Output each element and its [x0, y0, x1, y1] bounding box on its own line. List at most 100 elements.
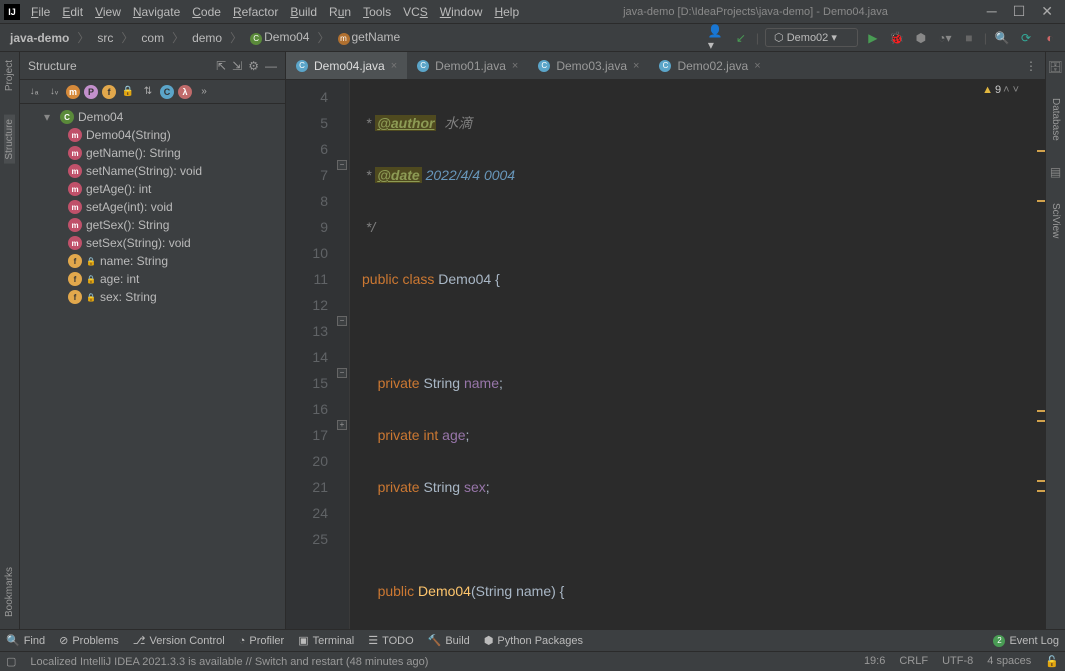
window-title: java-demo [D:\IdeaProjects\java-demo] - … [524, 6, 987, 18]
terminal-tool[interactable]: ▣ Terminal [298, 634, 354, 647]
readonly-icon[interactable]: 🔓 [1045, 655, 1059, 668]
menu-run[interactable]: Run [324, 3, 356, 21]
run-button[interactable]: ▶ [864, 29, 882, 47]
sciview-icon[interactable]: ▤ [1050, 165, 1061, 179]
more-icon[interactable]: » [196, 84, 212, 100]
gear-icon[interactable]: ⚙ [248, 59, 259, 73]
bc-class[interactable]: CDemo04 [246, 29, 313, 46]
minimize-button[interactable]: ─ [987, 3, 997, 20]
structure-member[interactable]: msetAge(int): void [20, 198, 285, 216]
todo-tool[interactable]: ☰ TODO [368, 634, 413, 647]
vcs-tool[interactable]: ⎇ Version Control [133, 634, 225, 647]
bc-src[interactable]: src [93, 30, 117, 46]
status-icon[interactable]: ▢ [6, 655, 16, 668]
show-methods-icon[interactable]: m [66, 85, 80, 99]
debug-button[interactable]: 🐞 [888, 29, 906, 47]
indent-setting[interactable]: 4 spaces [987, 655, 1031, 668]
menu-code[interactable]: Code [187, 3, 226, 21]
python-packages-tool[interactable]: ⬢ Python Packages [484, 634, 583, 647]
show-fields-icon[interactable]: f [102, 85, 116, 99]
fold-marker[interactable]: + [337, 420, 347, 430]
menu-vcs[interactable]: VCS [398, 3, 433, 21]
database-icon[interactable]: 🗄 [1048, 60, 1063, 74]
structure-member[interactable]: mgetAge(): int [20, 180, 285, 198]
run-config-selector[interactable]: ⬡ Demo02 ▾ [765, 28, 858, 47]
menu-edit[interactable]: Edit [57, 3, 88, 21]
bc-demo[interactable]: demo [188, 30, 226, 46]
bc-com[interactable]: com [137, 30, 168, 46]
close-tab-icon[interactable]: × [633, 60, 639, 72]
menu-build[interactable]: Build [285, 3, 322, 21]
menu-tools[interactable]: Tools [358, 3, 396, 21]
profile-button[interactable]: ◔▾ [936, 29, 954, 47]
show-inherited-icon[interactable]: C [160, 85, 174, 99]
menu-refactor[interactable]: Refactor [228, 3, 283, 21]
fold-marker[interactable]: − [337, 316, 347, 326]
coverage-button[interactable]: ⬢ [912, 29, 930, 47]
minimap[interactable] [1035, 80, 1045, 629]
vcs-update-icon[interactable]: ↙ [732, 29, 750, 47]
menu-navigate[interactable]: Navigate [128, 3, 185, 21]
structure-member[interactable]: mgetName(): String [20, 144, 285, 162]
editor-tabs: CDemo04.java×CDemo01.java×CDemo03.java×C… [286, 52, 1045, 80]
caret-position[interactable]: 19:6 [864, 655, 885, 668]
fold-marker[interactable]: − [337, 160, 347, 170]
editor-body[interactable]: 456789101112131415161720212425 − − − + *… [286, 80, 1045, 629]
editor-tab[interactable]: CDemo02.java× [649, 52, 770, 79]
sciview-tool[interactable]: SciView [1050, 199, 1061, 242]
structure-member[interactable]: f🔒age: int [20, 270, 285, 288]
structure-member[interactable]: f🔒name: String [20, 252, 285, 270]
sort-alpha-icon[interactable]: ↓ₐ [26, 84, 42, 100]
bookmarks-tool[interactable]: Bookmarks [4, 563, 15, 621]
line-ending[interactable]: CRLF [899, 655, 928, 668]
menu-window[interactable]: Window [435, 3, 488, 21]
close-tab-icon[interactable]: × [391, 60, 397, 72]
close-tab-icon[interactable]: × [512, 60, 518, 72]
status-message[interactable]: Localized IntelliJ IDEA 2021.3.3 is avai… [30, 656, 428, 668]
menu-file[interactable]: File [26, 3, 55, 21]
build-tool[interactable]: 🔨 Build [428, 634, 470, 647]
structure-member[interactable]: f🔒sex: String [20, 288, 285, 306]
stop-button[interactable]: ■ [960, 29, 978, 47]
database-tool[interactable]: Database [1050, 94, 1061, 145]
find-tool[interactable]: 🔍 Find [6, 634, 45, 647]
structure-tool[interactable]: Structure [4, 115, 15, 164]
editor-tab[interactable]: CDemo01.java× [407, 52, 528, 79]
problems-tool[interactable]: ⊘ Problems [59, 634, 119, 647]
maximize-button[interactable]: ☐ [1013, 3, 1026, 20]
sync-icon[interactable]: ⟳ [1017, 29, 1035, 47]
fold-marker[interactable]: − [337, 368, 347, 378]
encoding[interactable]: UTF-8 [942, 655, 973, 668]
search-icon[interactable]: 🔍 [993, 29, 1011, 47]
collapse-icon[interactable]: ⇲ [232, 59, 242, 73]
structure-member[interactable]: msetSex(String): void [20, 234, 285, 252]
structure-member[interactable]: mgetSex(): String [20, 216, 285, 234]
inspection-indicator[interactable]: ▲9 ˄ ˅ [982, 84, 1019, 96]
sort-visibility-icon[interactable]: ↓ᵥ [46, 84, 62, 100]
menu-view[interactable]: View [90, 3, 126, 21]
bc-method[interactable]: mgetName [334, 29, 405, 46]
structure-member[interactable]: mDemo04(String) [20, 126, 285, 144]
expand-icon[interactable]: ⇱ [216, 59, 226, 73]
autoscroll-icon[interactable]: ⇅ [140, 84, 156, 100]
project-tool[interactable]: Project [4, 56, 15, 95]
ide-icon[interactable]: ◐ [1041, 29, 1059, 47]
hide-icon[interactable]: — [265, 59, 277, 73]
tabs-more-icon[interactable]: ⋮ [1017, 59, 1045, 73]
show-nonpublic-icon[interactable]: 🔒 [120, 84, 136, 100]
event-log-tool[interactable]: Event Log [1009, 635, 1059, 647]
show-lambda-icon[interactable]: λ [178, 85, 192, 99]
show-properties-icon[interactable]: P [84, 85, 98, 99]
left-toolbar: Project Structure Bookmarks [0, 52, 20, 629]
bc-project[interactable]: java-demo [6, 30, 73, 46]
close-button[interactable]: ✕ [1041, 3, 1053, 20]
editor-tab[interactable]: CDemo03.java× [528, 52, 649, 79]
editor-tab[interactable]: CDemo04.java× [286, 52, 407, 79]
menu-help[interactable]: Help [489, 3, 524, 21]
profiler-tool[interactable]: ◔ Profiler [239, 635, 285, 647]
user-icon[interactable]: 👤▾ [708, 29, 726, 47]
structure-member[interactable]: msetName(String): void [20, 162, 285, 180]
code-area[interactable]: * @author 水滴 * @date 2022/4/4 0004 */ pu… [350, 80, 1045, 629]
close-tab-icon[interactable]: × [754, 60, 760, 72]
tree-root[interactable]: ▾CDemo04 [20, 108, 285, 126]
